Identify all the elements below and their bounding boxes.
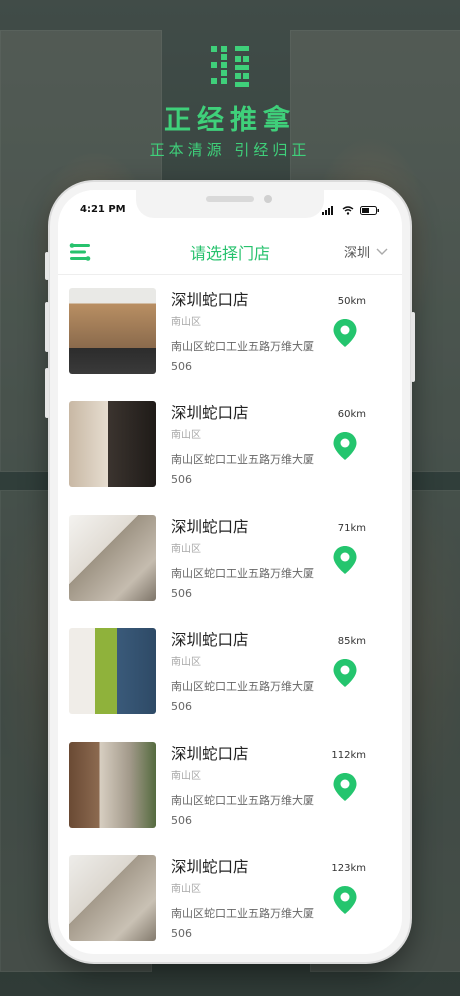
store-photo bbox=[69, 401, 156, 488]
store-photo bbox=[69, 628, 156, 715]
location-pin-icon[interactable] bbox=[332, 772, 358, 802]
battery-icon bbox=[360, 206, 379, 215]
store-list-item[interactable]: 深圳蛇口店南山区南山区蛇口工业五路万维大厦506 50km bbox=[58, 276, 402, 389]
location-pin-icon[interactable] bbox=[332, 658, 358, 688]
store-list-item[interactable]: 深圳蛇口店南山区南山区蛇口工业五路万维大厦506 71km bbox=[58, 503, 402, 616]
brand-name: 正经推拿 bbox=[164, 105, 296, 136]
brand-header: 正经推拿 正本清源 引经归正 bbox=[0, 44, 460, 160]
location-pin-icon[interactable] bbox=[332, 431, 358, 461]
location-pin-icon[interactable] bbox=[332, 545, 358, 575]
location-pin-icon[interactable] bbox=[332, 885, 358, 915]
status-time: 4:21 PM bbox=[80, 204, 126, 215]
wifi-icon bbox=[342, 206, 354, 215]
speaker-grille bbox=[206, 196, 254, 202]
store-district: 南山区 bbox=[171, 770, 201, 782]
store-address: 南山区蛇口工业五路万维大厦506 bbox=[171, 453, 314, 487]
store-photo bbox=[69, 741, 156, 828]
store-distance: 60km bbox=[337, 409, 366, 421]
store-name: 深圳蛇口店 bbox=[171, 517, 249, 536]
store-list-item[interactable]: 深圳蛇口店南山区南山区蛇口工业五路万维大厦506 123km bbox=[58, 843, 402, 954]
store-list: 深圳蛇口店 南山区 南山区蛇口工业五路万维大厦506 50km 深圳蛇口店 南山区 南山区蛇… bbox=[58, 276, 402, 954]
store-name: 深圳蛇口店 bbox=[171, 857, 249, 876]
store-photo bbox=[69, 288, 156, 374]
store-name: 深圳蛇口店 bbox=[171, 404, 249, 423]
store-name: 深圳蛇口店 bbox=[171, 631, 249, 650]
chevron-down-icon bbox=[376, 248, 388, 255]
front-camera bbox=[264, 195, 272, 203]
store-distance: 85km bbox=[337, 636, 366, 648]
nav-bar: 请选择门店 深圳 bbox=[58, 230, 402, 275]
store-address: 南山区蛇口工业五路万维大厦506 bbox=[171, 566, 314, 600]
status-icons bbox=[322, 206, 380, 215]
app-screen: 4:21 PM 请选择门店 深圳 深圳蛇口店 南山区 南山区蛇口工业五路万维大厦… bbox=[58, 190, 402, 954]
signal-icon bbox=[322, 206, 333, 215]
store-distance: 123km bbox=[331, 862, 366, 874]
city-selector[interactable]: 深圳 bbox=[344, 242, 388, 261]
location-pin-icon[interactable] bbox=[332, 318, 358, 348]
brand-slogan: 正本清源 引经归正 bbox=[149, 141, 311, 159]
status-bar: 4:21 PM bbox=[80, 204, 380, 220]
phone-mockup: 4:21 PM 请选择门店 深圳 深圳蛇口店 南山区 南山区蛇口工业五路万维大厦… bbox=[45, 182, 415, 962]
store-district: 南山区 bbox=[171, 430, 201, 442]
store-list-item[interactable]: 深圳蛇口店南山区南山区蛇口工业五路万维大厦506 112km bbox=[58, 730, 402, 843]
store-address: 南山区蛇口工业五路万维大厦506 bbox=[171, 680, 314, 714]
store-address: 南山区蛇口工业五路万维大厦506 bbox=[171, 340, 314, 373]
store-district: 南山区 bbox=[171, 883, 201, 895]
store-distance: 112km bbox=[331, 749, 366, 761]
store-photo bbox=[69, 514, 156, 601]
store-district: 南山区 bbox=[171, 317, 201, 328]
store-address: 南山区蛇口工业五路万维大厦506 bbox=[171, 793, 314, 827]
phone-volume-down bbox=[45, 368, 49, 418]
store-name: 深圳蛇口店 bbox=[171, 744, 249, 763]
store-photo bbox=[69, 854, 156, 941]
city-label: 深圳 bbox=[343, 246, 370, 261]
store-address: 南山区蛇口工业五路万维大厦506 bbox=[171, 906, 314, 940]
brand-logo-icon bbox=[211, 46, 249, 87]
phone-power-button bbox=[411, 312, 415, 382]
store-distance: 50km bbox=[337, 296, 366, 307]
store-list-item[interactable]: 深圳蛇口店南山区南山区蛇口工业五路万维大厦506 85km bbox=[58, 616, 402, 729]
store-district: 南山区 bbox=[171, 657, 201, 669]
phone-side-button bbox=[45, 252, 49, 280]
store-list-item[interactable]: 深圳蛇口店南山区南山区蛇口工业五路万维大厦506 60km bbox=[58, 389, 402, 502]
phone-volume-up bbox=[45, 302, 49, 352]
store-distance: 71km bbox=[337, 522, 366, 534]
store-name: 深圳蛇口店 bbox=[171, 291, 249, 309]
store-district: 南山区 bbox=[171, 543, 201, 555]
